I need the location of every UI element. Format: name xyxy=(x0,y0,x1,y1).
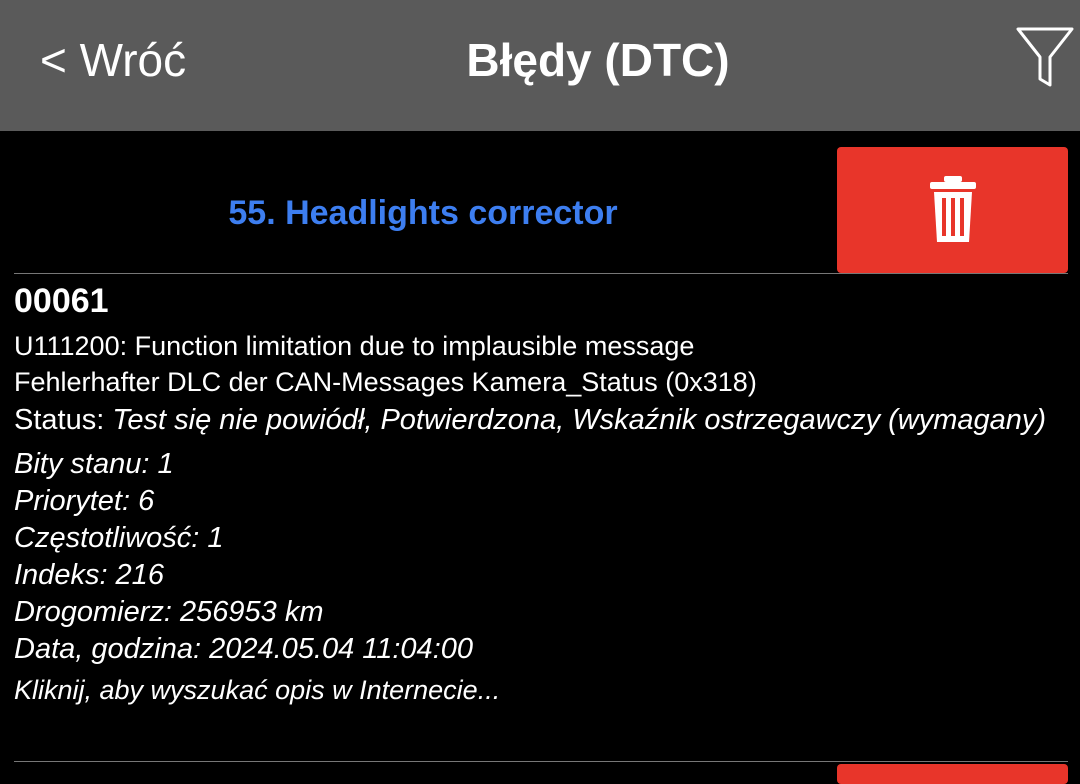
divider xyxy=(14,761,1068,762)
odometer: Drogomierz: 256953 km xyxy=(14,596,324,628)
filter-icon[interactable] xyxy=(1014,25,1076,89)
frequency: Częstotliwość: 1 xyxy=(14,522,224,554)
dtc-code: 00061 xyxy=(14,282,109,320)
search-description-link[interactable]: Kliknij, aby wyszukać opis w Internecie.… xyxy=(14,672,1068,708)
priority: Priorytet: 6 xyxy=(14,485,155,517)
app-header: < Wróć Błędy (DTC) xyxy=(0,0,1080,131)
delete-button[interactable] xyxy=(837,147,1068,273)
status-bits: Bity stanu: 1 xyxy=(14,448,174,480)
datetime: Data, godzina: 2024.05.04 11:04:00 xyxy=(14,633,474,665)
module-name: 55. Headlights corrector xyxy=(228,194,618,232)
dtc-status: Status: Test się nie powiódł, Potwierdzo… xyxy=(14,402,1068,438)
trash-icon xyxy=(930,176,976,242)
dtc-description-2: Fehlerhafter DLC der CAN-Messages Kamera… xyxy=(14,367,757,397)
status-label: Status: xyxy=(14,404,113,436)
page-title-wrap: Błędy (DTC) xyxy=(0,30,1080,90)
dtc-description-1: U111200: Function limitation due to impl… xyxy=(14,331,695,361)
module-row: 55. Headlights corrector xyxy=(0,131,1080,273)
next-delete-button[interactable] xyxy=(837,764,1068,784)
page-title: Błędy (DTC) xyxy=(466,34,730,86)
dtc-entry[interactable]: 00061 U111200: Function limitation due t… xyxy=(14,280,1068,708)
status-value: Test się nie powiódł, Potwierdzona, Wska… xyxy=(112,404,1047,436)
index: Indeks: 216 xyxy=(14,559,164,591)
divider xyxy=(14,273,1068,274)
